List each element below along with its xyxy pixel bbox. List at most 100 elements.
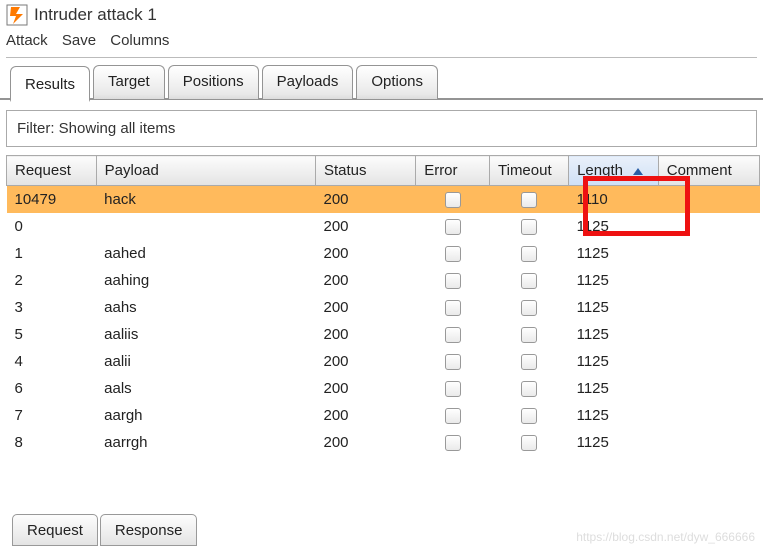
table-row[interactable]: 7aargh2001125 <box>7 402 760 429</box>
cell-timeout <box>490 240 569 267</box>
cell-length: 1125 <box>569 240 659 267</box>
cell-comment <box>658 240 759 267</box>
cell-length: 1125 <box>569 402 659 429</box>
cell-request: 1 <box>7 240 97 267</box>
col-payload[interactable]: Payload <box>96 156 315 186</box>
table-header-row: Request Payload Status Error Timeout Len… <box>7 156 760 186</box>
cell-payload <box>96 213 315 240</box>
col-comment[interactable]: Comment <box>658 156 759 186</box>
checkbox-icon[interactable] <box>445 300 461 316</box>
checkbox-icon[interactable] <box>521 408 537 424</box>
cell-status: 200 <box>316 429 416 456</box>
cell-payload: aahs <box>96 294 315 321</box>
cell-error <box>416 294 490 321</box>
col-length[interactable]: Length <box>569 156 659 186</box>
cell-status: 200 <box>316 213 416 240</box>
menu-save[interactable]: Save <box>62 32 96 49</box>
checkbox-icon[interactable] <box>521 219 537 235</box>
tab-options[interactable]: Options <box>356 65 438 99</box>
cell-length: 1125 <box>569 348 659 375</box>
checkbox-icon[interactable] <box>445 354 461 370</box>
checkbox-icon[interactable] <box>521 354 537 370</box>
cell-comment <box>658 294 759 321</box>
tab-results[interactable]: Results <box>10 66 90 102</box>
checkbox-icon[interactable] <box>445 246 461 262</box>
checkbox-icon[interactable] <box>521 435 537 451</box>
cell-length: 1125 <box>569 321 659 348</box>
cell-timeout <box>490 348 569 375</box>
bottom-tabs: Request Response <box>12 514 199 546</box>
cell-error <box>416 213 490 240</box>
cell-payload: hack <box>96 186 315 214</box>
table-row[interactable]: 5aaliis2001125 <box>7 321 760 348</box>
table-row[interactable]: 8aarrgh2001125 <box>7 429 760 456</box>
checkbox-icon[interactable] <box>521 381 537 397</box>
cell-status: 200 <box>316 348 416 375</box>
cell-error <box>416 348 490 375</box>
checkbox-icon[interactable] <box>445 435 461 451</box>
cell-comment <box>658 375 759 402</box>
cell-comment <box>658 402 759 429</box>
cell-comment <box>658 348 759 375</box>
cell-timeout <box>490 402 569 429</box>
table-row[interactable]: 02001125 <box>7 213 760 240</box>
cell-comment <box>658 321 759 348</box>
cell-status: 200 <box>316 240 416 267</box>
menu-columns[interactable]: Columns <box>110 32 169 49</box>
cell-error <box>416 375 490 402</box>
filter-bar[interactable]: Filter: Showing all items <box>6 110 757 147</box>
checkbox-icon[interactable] <box>445 273 461 289</box>
checkbox-icon[interactable] <box>445 219 461 235</box>
cell-status: 200 <box>316 375 416 402</box>
cell-request: 6 <box>7 375 97 402</box>
cell-length: 1125 <box>569 294 659 321</box>
cell-payload: aals <box>96 375 315 402</box>
checkbox-icon[interactable] <box>521 273 537 289</box>
col-status[interactable]: Status <box>316 156 416 186</box>
checkbox-icon[interactable] <box>521 327 537 343</box>
window-titlebar: Intruder attack 1 <box>0 0 763 26</box>
cell-status: 200 <box>316 186 416 214</box>
cell-status: 200 <box>316 402 416 429</box>
cell-request: 5 <box>7 321 97 348</box>
cell-timeout <box>490 186 569 214</box>
cell-request: 2 <box>7 267 97 294</box>
cell-length: 1125 <box>569 267 659 294</box>
table-row[interactable]: 4aalii2001125 <box>7 348 760 375</box>
table-row[interactable]: 2aahing2001125 <box>7 267 760 294</box>
cell-payload: aahing <box>96 267 315 294</box>
tab-target[interactable]: Target <box>93 65 165 99</box>
col-length-label: Length <box>577 162 623 179</box>
cell-request: 10479 <box>7 186 97 214</box>
table-row[interactable]: 3aahs2001125 <box>7 294 760 321</box>
checkbox-icon[interactable] <box>445 327 461 343</box>
cell-payload: aarrgh <box>96 429 315 456</box>
col-request[interactable]: Request <box>7 156 97 186</box>
tab-request[interactable]: Request <box>12 514 98 546</box>
checkbox-icon[interactable] <box>445 192 461 208</box>
checkbox-icon[interactable] <box>521 192 537 208</box>
tab-response[interactable]: Response <box>100 514 198 546</box>
table-row[interactable]: 1aahed2001125 <box>7 240 760 267</box>
cell-error <box>416 240 490 267</box>
cell-error <box>416 186 490 214</box>
cell-status: 200 <box>316 294 416 321</box>
checkbox-icon[interactable] <box>445 381 461 397</box>
main-tabs: Results Target Positions Payloads Option… <box>0 58 763 100</box>
tab-positions[interactable]: Positions <box>168 65 259 99</box>
checkbox-icon[interactable] <box>521 300 537 316</box>
cell-length: 1110 <box>569 186 659 214</box>
col-timeout[interactable]: Timeout <box>490 156 569 186</box>
table-row[interactable]: 10479hack200 1110 <box>7 186 760 214</box>
cell-payload: aaliis <box>96 321 315 348</box>
menu-attack[interactable]: Attack <box>6 32 48 49</box>
checkbox-icon[interactable] <box>521 246 537 262</box>
app-icon <box>6 4 28 26</box>
table-row[interactable]: 6aals2001125 <box>7 375 760 402</box>
col-error[interactable]: Error <box>416 156 490 186</box>
cell-comment <box>658 213 759 240</box>
cell-timeout <box>490 375 569 402</box>
checkbox-icon[interactable] <box>445 408 461 424</box>
tab-payloads[interactable]: Payloads <box>262 65 354 99</box>
cell-error <box>416 429 490 456</box>
